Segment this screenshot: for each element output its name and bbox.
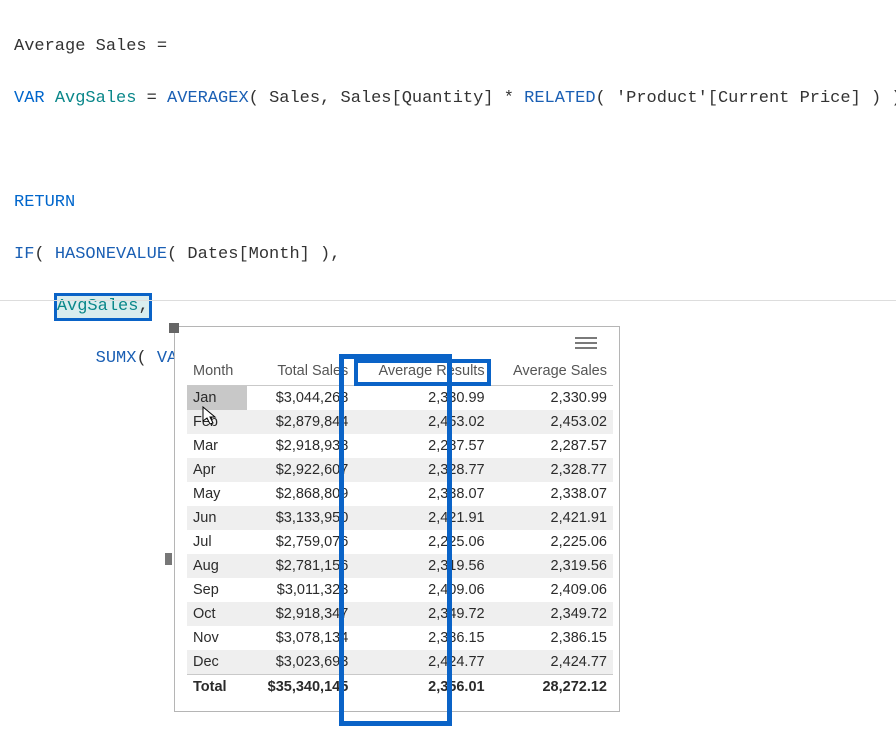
cell-average-results[interactable]: 2,453.02 <box>354 410 490 434</box>
table-row[interactable]: Jul$2,759,0762,225.062,225.06 <box>187 530 613 554</box>
cell-average-results[interactable]: 2,386.15 <box>354 626 490 650</box>
cell-average-sales[interactable]: 2,349.72 <box>491 602 613 626</box>
dax-line-5: AvgSales, <box>14 294 882 320</box>
cell-average-sales[interactable]: 2,409.06 <box>491 578 613 602</box>
cell-average-results[interactable]: 2,421.91 <box>354 506 490 530</box>
cell-average-results[interactable]: 2,330.99 <box>354 386 490 411</box>
cell-month[interactable]: Jan <box>187 386 247 411</box>
cell-total-sales[interactable]: $2,918,938 <box>247 434 354 458</box>
table-visual[interactable]: Month Total Sales Average Results Averag… <box>174 326 620 712</box>
header-total-sales[interactable]: Total Sales <box>247 359 354 386</box>
measure-name: Average Sales <box>14 37 147 56</box>
cell-total-sales[interactable]: $2,922,607 <box>247 458 354 482</box>
cell-total-sales[interactable]: $2,879,844 <box>247 410 354 434</box>
dax-line-3: RETURN <box>14 190 882 216</box>
cell-total-sales[interactable]: $2,918,347 <box>247 602 354 626</box>
cell-average-sales[interactable]: 2,338.07 <box>491 482 613 506</box>
cell-month[interactable]: Dec <box>187 650 247 675</box>
table-row[interactable]: Mar$2,918,9382,287.572,287.57 <box>187 434 613 458</box>
cell-average-sales[interactable]: 2,386.15 <box>491 626 613 650</box>
cell-month[interactable]: Feb <box>187 410 247 434</box>
dax-line-1: Average Sales = <box>14 34 882 60</box>
table-total-row[interactable]: Total$35,340,1452,356.0128,272.12 <box>187 675 613 700</box>
cell-average-results[interactable]: 2,409.06 <box>354 578 490 602</box>
cell-total-sales[interactable]: $2,759,076 <box>247 530 354 554</box>
cell-average-sales[interactable]: 2,330.99 <box>491 386 613 411</box>
section-divider <box>0 300 896 301</box>
cell-total-sales[interactable]: $2,868,809 <box>247 482 354 506</box>
table-header-row: Month Total Sales Average Results Averag… <box>187 359 613 386</box>
cell-average-results[interactable]: 2,319.56 <box>354 554 490 578</box>
cell-average-results[interactable]: 2,225.06 <box>354 530 490 554</box>
cell-month[interactable]: Aug <box>187 554 247 578</box>
cell-total-sales[interactable]: $3,044,268 <box>247 386 354 411</box>
cell-month[interactable]: Oct <box>187 602 247 626</box>
resize-handle-icon[interactable] <box>165 553 172 565</box>
cell-average-results[interactable]: 2,424.77 <box>354 650 490 675</box>
cell-average-results[interactable]: 2,356.01 <box>354 675 490 700</box>
cell-average-results[interactable]: 2,328.77 <box>354 458 490 482</box>
dax-line-blank <box>14 138 882 164</box>
cell-month[interactable]: Jun <box>187 506 247 530</box>
cell-month[interactable]: May <box>187 482 247 506</box>
highlight-avgsales-true-branch: AvgSales, <box>55 294 151 320</box>
cell-average-sales[interactable]: 2,421.91 <box>491 506 613 530</box>
cell-average-sales[interactable]: 2,287.57 <box>491 434 613 458</box>
table-row[interactable]: Dec$3,023,6932,424.772,424.77 <box>187 650 613 675</box>
table-row[interactable]: Apr$2,922,6072,328.772,328.77 <box>187 458 613 482</box>
table-row[interactable]: Aug$2,781,1562,319.562,319.56 <box>187 554 613 578</box>
drag-handle-icon[interactable] <box>575 337 597 351</box>
cell-total-sales[interactable]: $3,023,693 <box>247 650 354 675</box>
cell-average-sales[interactable]: 2,453.02 <box>491 410 613 434</box>
cell-average-results[interactable]: 2,349.72 <box>354 602 490 626</box>
table-row[interactable]: Jun$3,133,9502,421.912,421.91 <box>187 506 613 530</box>
cell-month[interactable]: Mar <box>187 434 247 458</box>
cell-average-sales[interactable]: 2,328.77 <box>491 458 613 482</box>
cell-month[interactable]: Apr <box>187 458 247 482</box>
header-average-sales[interactable]: Average Sales <box>491 359 613 386</box>
cell-average-sales[interactable]: 2,319.56 <box>491 554 613 578</box>
cell-total-sales[interactable]: $35,340,145 <box>247 675 354 700</box>
cell-average-results[interactable]: 2,338.07 <box>354 482 490 506</box>
cell-total-sales[interactable]: $2,781,156 <box>247 554 354 578</box>
cell-average-sales[interactable]: 2,225.06 <box>491 530 613 554</box>
var-avgsales: AvgSales <box>55 89 137 108</box>
table-row[interactable]: Sep$3,011,3232,409.062,409.06 <box>187 578 613 602</box>
cell-total-sales[interactable]: $3,078,134 <box>247 626 354 650</box>
table-row[interactable]: Nov$3,078,1342,386.152,386.15 <box>187 626 613 650</box>
table-row[interactable]: Jan$3,044,2682,330.992,330.99 <box>187 386 613 411</box>
cell-month[interactable]: Jul <box>187 530 247 554</box>
table-row[interactable]: Oct$2,918,3472,349.722,349.72 <box>187 602 613 626</box>
cell-month[interactable]: Total <box>187 675 247 700</box>
cell-month[interactable]: Nov <box>187 626 247 650</box>
results-table: Month Total Sales Average Results Averag… <box>187 359 613 699</box>
cell-average-sales[interactable]: 28,272.12 <box>491 675 613 700</box>
cell-month[interactable]: Sep <box>187 578 247 602</box>
dax-line-4: IF( HASONEVALUE( Dates[Month] ), <box>14 242 882 268</box>
table-row[interactable]: May$2,868,8092,338.072,338.07 <box>187 482 613 506</box>
cell-average-sales[interactable]: 2,424.77 <box>491 650 613 675</box>
header-month[interactable]: Month <box>187 359 247 386</box>
table-row[interactable]: Feb$2,879,8442,453.022,453.02 <box>187 410 613 434</box>
cell-average-results[interactable]: 2,287.57 <box>354 434 490 458</box>
cell-total-sales[interactable]: $3,011,323 <box>247 578 354 602</box>
dax-line-2: VAR AvgSales = AVERAGEX( Sales, Sales[Qu… <box>14 86 882 112</box>
selection-handle-icon[interactable] <box>169 323 179 333</box>
cell-total-sales[interactable]: $3,133,950 <box>247 506 354 530</box>
header-average-results[interactable]: Average Results <box>354 359 490 386</box>
